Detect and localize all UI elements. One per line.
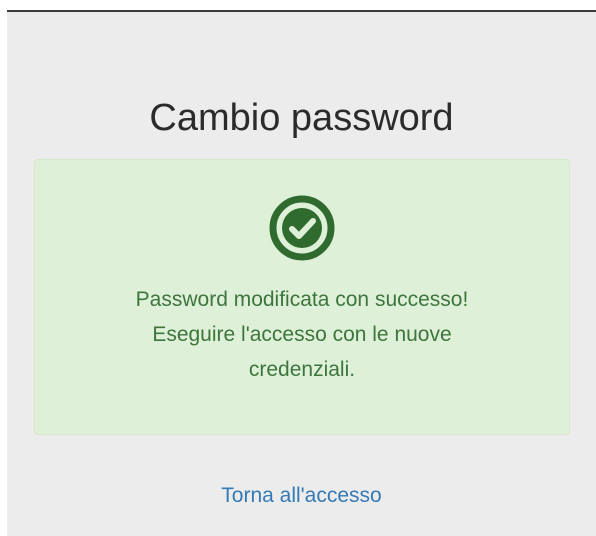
check-circle-icon — [269, 195, 335, 261]
back-to-login-link[interactable]: Torna all'accesso — [7, 483, 596, 509]
success-message-line: Eseguire l'accesso con le nuove — [152, 323, 452, 346]
success-message-line: credenziali. — [248, 358, 356, 381]
success-alert: Password modificata con successo! Esegui… — [34, 159, 570, 435]
change-password-panel: Cambio password Password modificata con … — [7, 10, 596, 536]
success-message: Password modificata con successo! Esegui… — [55, 282, 549, 387]
success-message-line: Password modificata con successo! — [135, 288, 469, 311]
page-title: Cambio password — [149, 97, 454, 139]
